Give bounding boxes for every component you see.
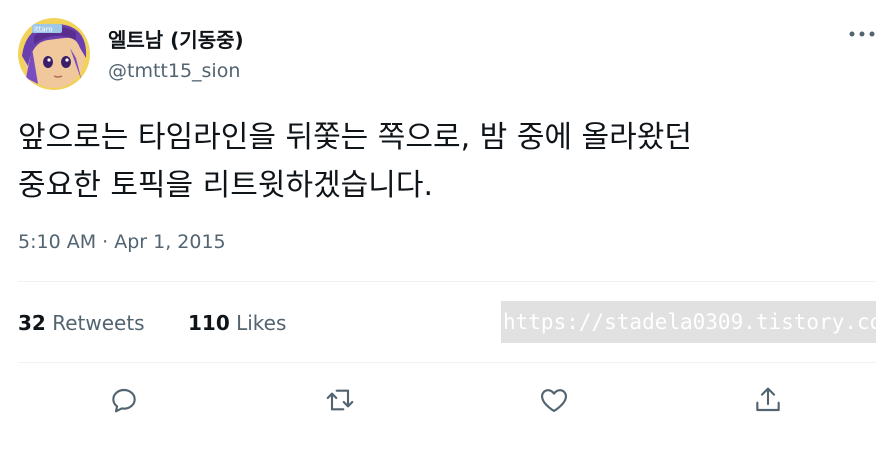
likes-stat[interactable]: 110 Likes <box>188 311 286 335</box>
retweets-label: Retweets <box>52 311 145 335</box>
like-icon <box>541 389 567 412</box>
author-handle[interactable]: @tmtt15_sion <box>108 60 240 82</box>
retweet-icon <box>326 389 354 411</box>
more-icon <box>849 31 875 37</box>
tweet-text-line: 중요한 토픽을 리트윗하겠습니다. <box>18 168 434 203</box>
avatar-badge-text: ittaro <box>34 26 53 34</box>
reply-button[interactable] <box>104 380 144 420</box>
avatar-image: ittaro <box>18 18 90 90</box>
share-button[interactable] <box>748 380 788 420</box>
divider <box>18 362 876 363</box>
retweet-button[interactable] <box>320 380 360 420</box>
tweet-text: 앞으로는 타임라인을 뒤쫓는 쪽으로, 밤 중에 올라왔던 중요한 토픽을 리트… <box>18 114 878 210</box>
tweet-timestamp[interactable]: 5:10 AM · Apr 1, 2015 <box>18 231 226 253</box>
likes-count: 110 <box>188 311 230 335</box>
retweets-count: 32 <box>18 311 46 335</box>
avatar[interactable]: ittaro <box>18 18 90 90</box>
more-options-button[interactable] <box>844 20 880 48</box>
retweets-stat[interactable]: 32 Retweets <box>18 311 145 335</box>
author-display-name[interactable]: 엘트남 (기동중) <box>108 24 244 53</box>
reply-icon <box>112 388 136 413</box>
divider <box>18 281 876 282</box>
share-icon <box>756 387 780 412</box>
tweet-text-line: 앞으로는 타임라인을 뒤쫓는 쪽으로, 밤 중에 올라왔던 <box>18 120 692 155</box>
watermark: https://stadela0309.tistory.com <box>501 301 876 343</box>
likes-label: Likes <box>236 311 287 335</box>
like-button[interactable] <box>534 380 574 420</box>
